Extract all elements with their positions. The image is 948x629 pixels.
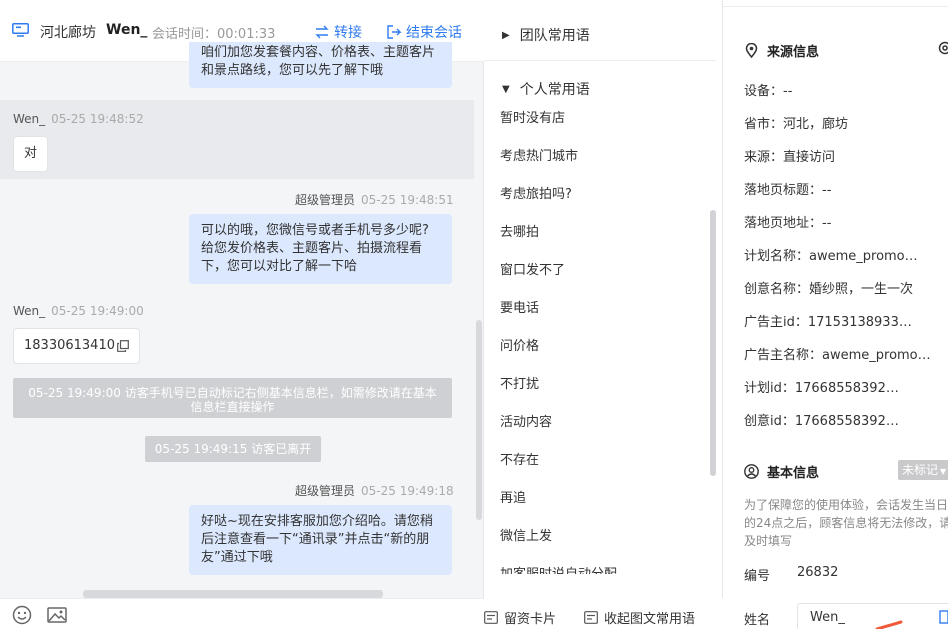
collapse-phrases-button[interactable]: 收起图文常用语 (584, 608, 695, 627)
message-time: 05-25 19:48:51 (361, 193, 454, 207)
chat-messages[interactable]: 咱们加您发套餐内容、价格表、主题客片和景点路线，您可以先了解下哦 Wen_ 05-… (0, 42, 474, 598)
phrase-item[interactable]: 考虑旅拍吗? (500, 183, 572, 202)
phone-number: 18330613410 (24, 338, 115, 353)
caret-right-icon: ▶ (502, 29, 510, 41)
sender-name: Wen_ (13, 112, 46, 126)
user-icon (744, 464, 759, 479)
source-row-city: 省市：河北，廊坊 (744, 117, 849, 132)
phrase-item[interactable]: 再追 (500, 487, 526, 506)
personal-phrases-label: 个人常用语 (519, 82, 590, 98)
agent-message: 可以的哦，您微信号或者手机号多少呢?给您发价格表、主题客片、拍摄流程看下，您可以… (189, 214, 452, 284)
message-meta: 超级管理员 05-25 19:49:18 (295, 482, 454, 499)
card-icon (484, 611, 498, 624)
agent-message: 好哒~现在安排客服加您介绍哈。请您稍后注意查看一下“通讯录”并点击“新的朋友”通… (189, 505, 452, 575)
sender-name: 超级管理员 (295, 484, 356, 498)
visitor-message: 18330613410 (13, 328, 140, 364)
lead-card-label: 留资卡片 (504, 612, 557, 627)
agent-message: 咱们加您发套餐内容、价格表、主题客片和景点路线，您可以先了解下哦 (189, 42, 452, 88)
source-row-plan-id: 计划id：1766855839241 (744, 381, 900, 396)
personal-phrases-group[interactable]: ▼ 个人常用语 (502, 79, 590, 99)
source-row-source: 来源：直接访问 (744, 150, 836, 165)
basic-info-title: 基本信息 (744, 462, 819, 481)
system-notice: 05-25 19:49:15 访客已离开 (145, 436, 321, 462)
edit-notice: 为了保障您的使用体验，会话发生当日的24点之后，顾客信息将无法修改，请及时填写 (744, 498, 948, 548)
end-session-button[interactable]: 结束会话 (386, 22, 462, 42)
copy-icon[interactable] (117, 340, 129, 352)
phrase-item[interactable]: 活动内容 (500, 411, 552, 430)
message-meta: Wen_ 05-25 19:49:00 (13, 304, 144, 318)
horizontal-scrollbar[interactable] (83, 590, 383, 598)
phrase-item[interactable]: 考虑热门城市 (500, 145, 578, 164)
lead-card-button[interactable]: 留资卡片 (484, 608, 556, 627)
sender-name: 超级管理员 (295, 193, 356, 207)
message-time: 05-25 19:49:18 (361, 484, 454, 498)
source-row-landing-url: 落地页地址：-- (744, 216, 832, 231)
visitor-location: 河北廊坊 (40, 25, 96, 41)
phrase-item[interactable]: 去哪拍 (500, 221, 539, 240)
end-session-label: 结束会话 (406, 25, 462, 41)
chat-scrollbar[interactable] (476, 320, 482, 520)
source-row-plan-name: 计划名称：aweme_promotion (744, 249, 922, 264)
source-row-device: 设备：-- (744, 84, 793, 99)
message-meta: Wen_ 05-25 19:48:52 (13, 112, 144, 126)
system-notice: 05-25 19:49:00 访客手机号已自动标记右侧基本信息栏，如需修改请在基… (13, 378, 452, 418)
cursor-arrow-icon (875, 620, 903, 629)
image-icon[interactable] (47, 605, 67, 625)
mark-status-label: 未标记 (902, 463, 939, 477)
phrase-scrollbar[interactable] (710, 210, 716, 476)
name-label: 姓名 (744, 613, 771, 628)
settings-icon[interactable] (938, 41, 948, 55)
message-time: 05-25 19:49:00 (51, 304, 144, 318)
id-label: 编号 (744, 569, 771, 584)
message-meta: 超级管理员 05-25 19:48:51 (295, 191, 454, 208)
phrase-item[interactable]: 暂时没有店 (500, 107, 565, 126)
emoji-icon[interactable] (12, 605, 32, 625)
chat-panel: 河北廊坊 Wen_ 会话时间：00:01:33 转接 结束会话 咱们加您发套餐内… (0, 0, 484, 629)
team-phrases-label: 团队常用语 (519, 28, 590, 44)
visitor-name: Wen_ (106, 22, 148, 38)
phrase-item[interactable]: 要电话 (500, 297, 539, 316)
source-row-creative-id: 创意id：1766855839242 (744, 414, 900, 429)
basic-info-label: 基本信息 (767, 466, 820, 481)
message-time: 05-25 19:48:52 (51, 112, 144, 126)
location-pin-icon (745, 43, 758, 58)
phrase-item[interactable]: 不打扰 (500, 373, 539, 392)
source-row-landing-title: 落地页标题：-- (744, 183, 832, 198)
transfer-icon (315, 25, 329, 39)
transfer-button[interactable]: 转接 (314, 22, 362, 42)
phrases-footer: 留资卡片 收起图文常用语 (484, 598, 723, 629)
list-icon (584, 611, 598, 624)
phrase-item[interactable]: 窗口发不了 (500, 259, 565, 278)
source-row-advertiser-name: 广告主名称：aweme_promotion (744, 348, 934, 363)
edit-icon[interactable] (939, 610, 948, 624)
exit-icon (387, 25, 402, 39)
transfer-label: 转接 (334, 25, 362, 41)
id-value: 26832 (797, 565, 839, 580)
phrase-item[interactable]: 微信上发 (500, 525, 552, 544)
mark-status-dropdown[interactable]: 未标记 ▼ (898, 460, 948, 480)
chat-toolbar (0, 598, 484, 629)
monitor-icon (12, 23, 29, 37)
source-info-title: 来源信息 (744, 41, 819, 60)
sender-name: Wen_ (13, 304, 46, 318)
chevron-down-icon: ▼ (940, 467, 947, 476)
collapse-phrases-label: 收起图文常用语 (604, 612, 696, 627)
phrase-item[interactable]: 加客服时说自动分配 (500, 563, 617, 574)
visitor-message: 对 (13, 136, 49, 172)
caret-down-icon: ▼ (502, 83, 510, 95)
source-row-creative-name: 创意名称：婚纱照，一生一次 (744, 282, 914, 297)
phrase-item[interactable]: 问价格 (500, 335, 539, 354)
phrase-item[interactable]: 不存在 (500, 449, 539, 468)
divider (723, 6, 948, 7)
session-time: 会话时间：00:01:33 (152, 27, 276, 42)
phrases-panel: ▶ 团队常用语 ▼ 个人常用语 暂时没有店 考虑热门城市 考虑旅拍吗? 去哪拍 … (484, 0, 723, 629)
source-info-label: 来源信息 (767, 45, 820, 60)
team-phrases-group[interactable]: ▶ 团队常用语 (502, 25, 590, 45)
phrase-list[interactable]: 暂时没有店 考虑热门城市 考虑旅拍吗? 去哪拍 窗口发不了 要电话 问价格 不打… (484, 98, 716, 574)
source-row-advertiser-id: 广告主id：1715313893321 (744, 315, 914, 330)
divider (484, 60, 716, 61)
visitor-info-panel: 来源信息 设备：-- 省市：河北，廊坊 来源：直接访问 落地页标题：-- 落地页… (723, 0, 948, 629)
